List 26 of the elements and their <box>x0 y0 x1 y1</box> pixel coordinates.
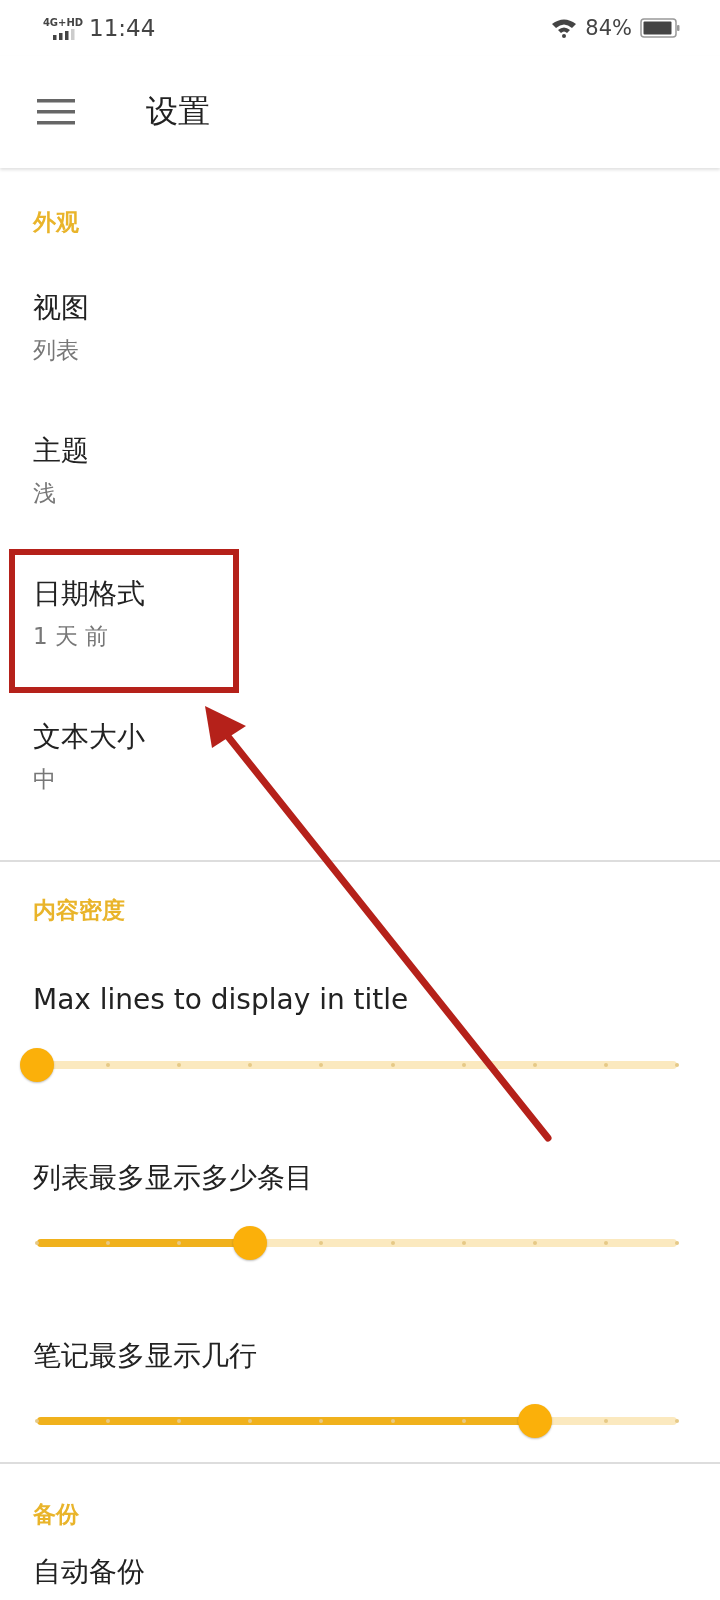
section-header: 备份 <box>32 1500 80 1529</box>
setting-value: 中 <box>33 765 57 794</box>
slider-thumb[interactable] <box>233 1226 268 1260</box>
setting-title[interactable]: 自动备份 <box>33 1554 687 1590</box>
setting-title[interactable]: 文本大小 <box>33 719 687 755</box>
status-time: 11:44 <box>89 15 156 41</box>
setting-value: 1 天 前 <box>33 622 110 651</box>
signal-icon <box>51 27 75 40</box>
setting-title[interactable]: 日期格式 <box>33 576 687 612</box>
page-title: 设置 <box>146 91 210 132</box>
slider-thumb[interactable] <box>20 1048 54 1082</box>
setting-title[interactable]: 视图 <box>33 290 687 326</box>
setting-title: 列表最多显示多少条目 <box>33 1161 313 1194</box>
setting-title: 笔记最多显示几行 <box>33 1339 257 1372</box>
battery-percent: 84% <box>585 16 632 40</box>
setting-value: 列表 <box>33 336 80 365</box>
section-header: 外观 <box>31 208 80 237</box>
network-label: 4G+HD <box>42 16 84 28</box>
slider-thumb[interactable] <box>517 1404 552 1438</box>
section-header: 内容密度 <box>32 896 126 925</box>
wifi-icon <box>551 18 578 38</box>
setting-title: Max lines to display in title <box>33 983 409 1016</box>
setting-title[interactable]: 主题 <box>33 433 687 469</box>
menu-icon[interactable] <box>37 99 75 125</box>
battery-icon <box>640 18 680 38</box>
setting-value: 浅 <box>33 479 57 508</box>
